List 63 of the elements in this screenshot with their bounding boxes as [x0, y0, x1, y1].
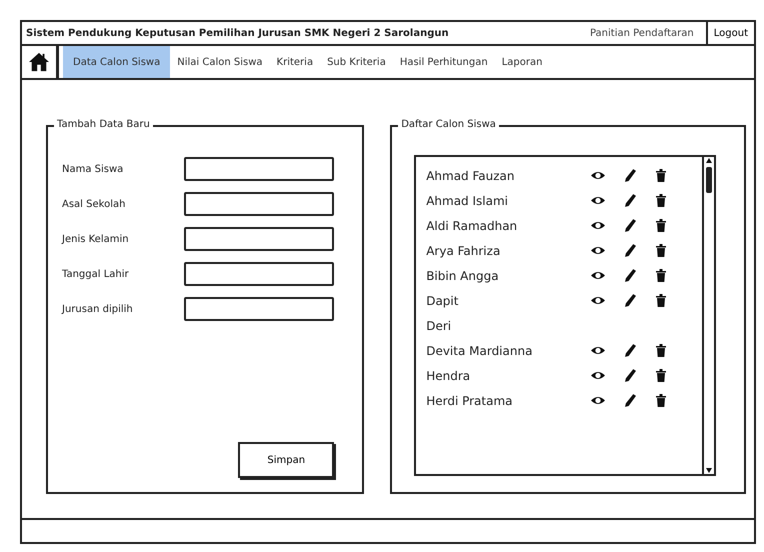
eye-icon[interactable]	[591, 221, 605, 230]
eye-icon[interactable]	[591, 396, 605, 405]
student-name[interactable]: Hendra	[426, 368, 591, 382]
pencil-icon[interactable]	[625, 369, 636, 382]
field-label: Tanggal Lahir	[62, 268, 129, 280]
pencil-icon[interactable]	[625, 344, 636, 357]
field-label: Nama Siswa	[62, 164, 124, 174]
eye-icon[interactable]	[591, 346, 605, 355]
pencil-icon[interactable]	[625, 219, 636, 232]
student-name[interactable]: Dapit	[426, 294, 591, 308]
eye-icon[interactable]	[591, 171, 605, 180]
field-label: Asal Sekolah	[62, 198, 126, 210]
panel-title: Tambah Data Baru	[54, 119, 153, 130]
student-name[interactable]: Bibin Angga	[426, 268, 591, 282]
student-name[interactable]: Aldi Ramadhan	[426, 218, 591, 232]
pencil-icon[interactable]	[625, 394, 636, 407]
eye-icon[interactable]	[591, 246, 605, 255]
input-field[interactable]	[184, 157, 334, 181]
trash-icon[interactable]	[656, 219, 666, 232]
scroll-down-icon[interactable]	[705, 466, 713, 474]
input-field[interactable]	[184, 297, 334, 321]
trash-icon[interactable]	[656, 294, 666, 307]
field-label: Jenis Kelamin	[62, 234, 129, 244]
pencil-icon[interactable]	[625, 169, 636, 182]
trash-icon[interactable]	[656, 369, 666, 382]
student-name[interactable]: Herdi Pratama	[426, 394, 591, 408]
student-name[interactable]: Arya Fahriza	[426, 244, 591, 258]
eye-icon[interactable]	[591, 196, 605, 205]
trash-icon[interactable]	[656, 344, 666, 357]
nav-tab[interactable]: Sub Kriteria	[320, 46, 393, 78]
eye-icon[interactable]	[591, 271, 605, 280]
panel-title: Daftar Calon Siswa	[398, 119, 499, 130]
trash-icon[interactable]	[656, 269, 666, 282]
trash-icon[interactable]	[656, 244, 666, 257]
pencil-icon[interactable]	[625, 194, 636, 207]
trash-icon[interactable]	[656, 169, 666, 182]
save-button[interactable]: Simpan	[238, 442, 334, 478]
nav-tab[interactable]: Nilai Calon Siswa	[170, 46, 270, 78]
input-field[interactable]	[184, 192, 334, 216]
pencil-icon[interactable]	[625, 294, 636, 307]
student-name[interactable]: Devita Mardianna	[426, 344, 591, 358]
scroll-up-icon[interactable]	[705, 157, 713, 165]
input-field[interactable]	[184, 262, 334, 286]
app-title: Sistem Pendukung Keputusan Pemilihan Jurusan SMK Negeri 2 Sarolangun	[25, 28, 450, 38]
nav-tab[interactable]: Laporan	[494, 46, 550, 78]
scrollbar[interactable]	[702, 157, 714, 474]
student-name[interactable]: Ahmad Islami	[426, 194, 591, 208]
eye-icon[interactable]	[591, 371, 605, 380]
user-role-label: Panitian Pendaftaran	[590, 28, 694, 38]
trash-icon[interactable]	[656, 194, 666, 207]
nav-tab[interactable]: Data Calon Siswa	[63, 46, 170, 78]
student-name[interactable]: Ahmad Fauzan	[426, 168, 591, 182]
pencil-icon[interactable]	[625, 244, 636, 257]
field-label: Jurusan dipilih	[62, 304, 133, 314]
pencil-icon[interactable]	[625, 269, 636, 282]
input-field[interactable]	[184, 227, 334, 251]
eye-icon[interactable]	[591, 296, 605, 305]
nav-tab[interactable]: Hasil Perhitungan	[392, 46, 495, 78]
student-name[interactable]: Deri	[426, 318, 692, 332]
trash-icon[interactable]	[656, 394, 666, 407]
nav-tab[interactable]: Kriteria	[270, 46, 320, 78]
home-icon[interactable]	[28, 52, 50, 72]
scroll-thumb[interactable]	[706, 167, 712, 193]
